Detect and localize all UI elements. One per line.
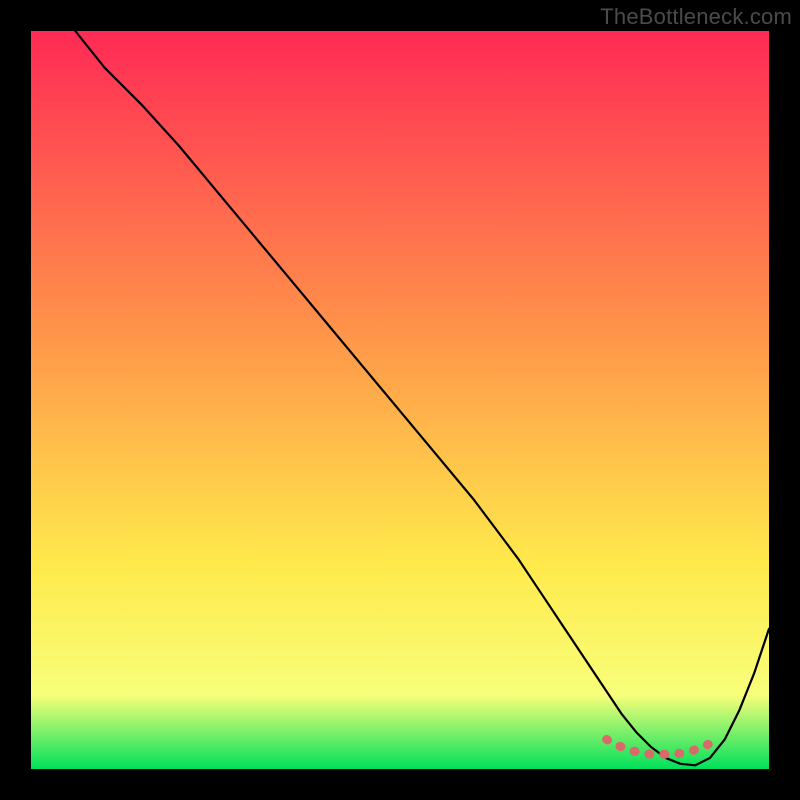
gradient-background bbox=[31, 31, 769, 769]
bottleneck-plot bbox=[31, 31, 769, 769]
plot-svg bbox=[31, 31, 769, 769]
watermark-label: TheBottleneck.com bbox=[600, 4, 792, 30]
chart-frame: TheBottleneck.com bbox=[0, 0, 800, 800]
